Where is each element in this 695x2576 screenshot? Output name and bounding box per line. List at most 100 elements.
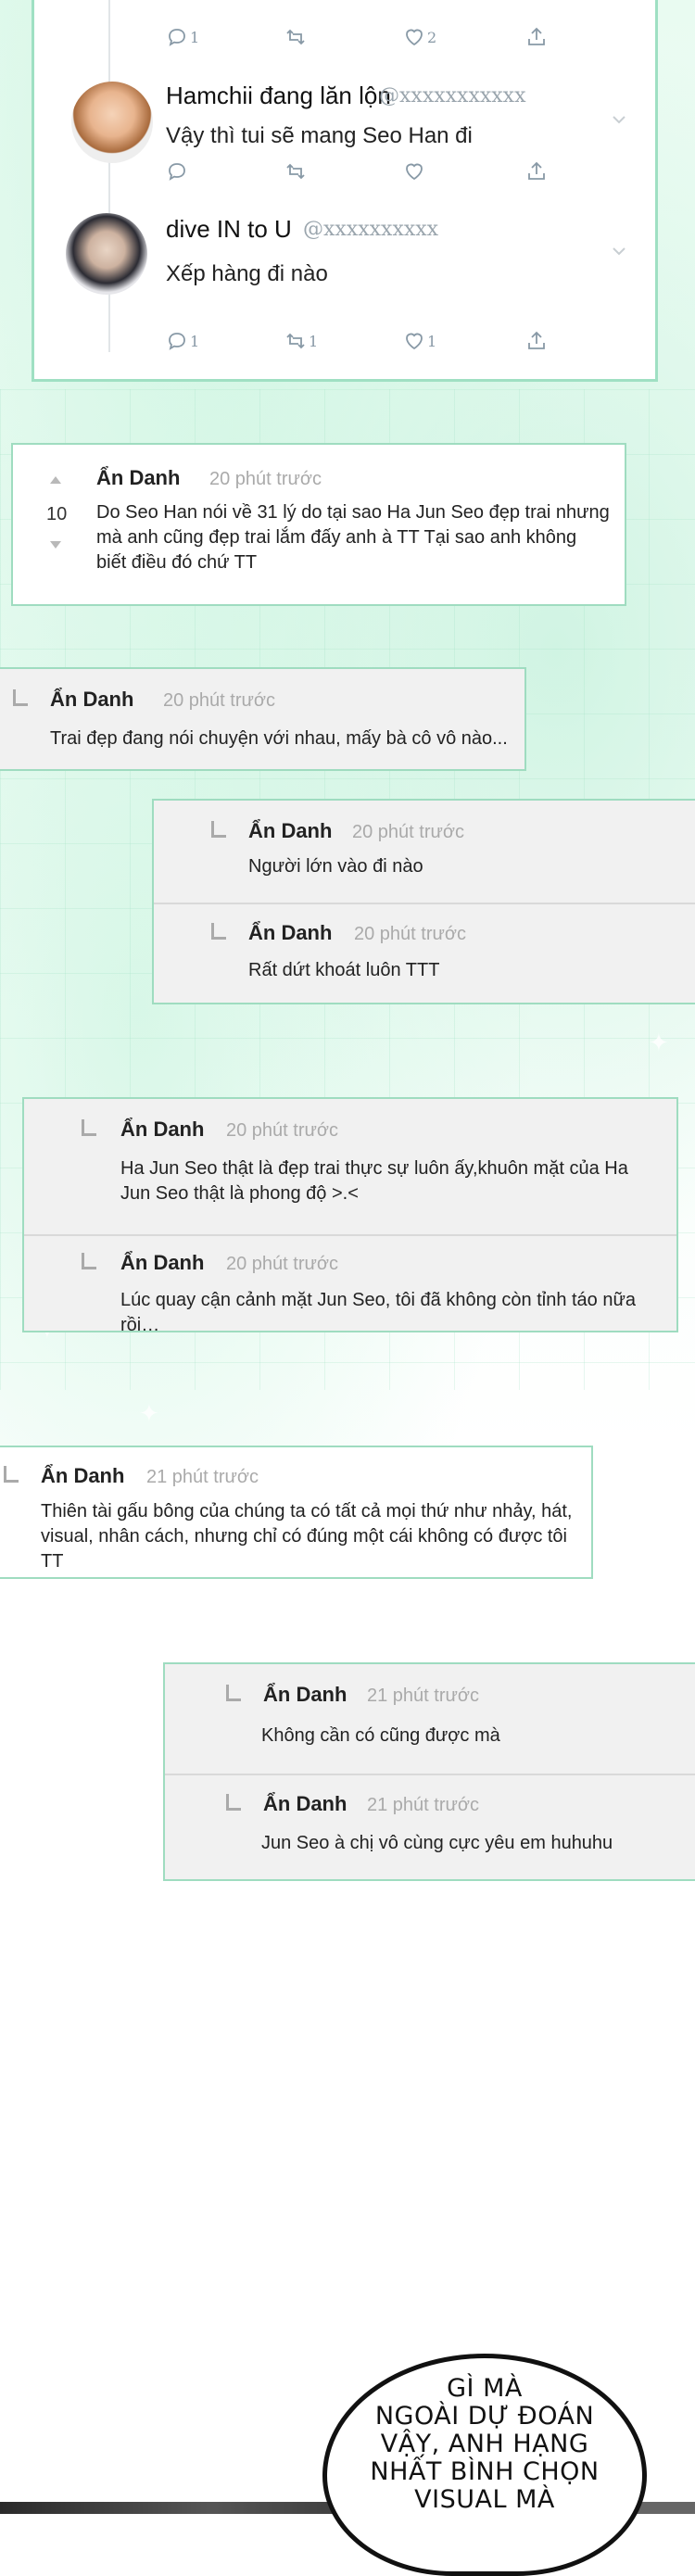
reply-arrow-icon — [211, 923, 226, 940]
reply-button[interactable]: 1 — [166, 330, 199, 352]
like-count: 1 — [427, 332, 437, 350]
comment-author: Ẩn Danh — [50, 688, 134, 711]
comment-text: Ha Jun Seo thật là đẹp trai thực sự luôn… — [120, 1156, 628, 1206]
chevron-down-icon[interactable] — [611, 111, 627, 128]
reply-count: 1 — [190, 28, 200, 46]
reply-item: Ẩn Danh 21 phút trước Không cần có cũng … — [165, 1664, 695, 1774]
reply-count: 1 — [190, 332, 200, 350]
share-icon — [528, 27, 545, 45]
comment-text: Trai đẹp đang nói chuyện với nhau, mấy b… — [50, 728, 508, 749]
comment-author: Ẩn Danh — [248, 921, 333, 944]
heart-icon — [406, 333, 423, 350]
comment-line: Do Seo Han nói về 31 lý do tại sao Ha Ju… — [96, 502, 610, 523]
comment-author: Ẩn Danh — [263, 1792, 348, 1815]
reply-arrow-icon — [211, 821, 226, 838]
comment-timestamp: 21 phút trước — [146, 1467, 259, 1487]
comment-author: Ẩn Danh — [248, 819, 333, 842]
bubble-line: NGOÀI DỰ ĐOÁN — [374, 2402, 595, 2431]
comment-author: Ẩn Danh — [96, 466, 181, 489]
bubble-line: VISUAL MÀ — [414, 2485, 555, 2514]
comment-line: biết điều đó chứ TT — [96, 552, 258, 573]
reply-button[interactable]: 1 — [166, 26, 199, 48]
sparkle-decoration: ✦ — [139, 1399, 159, 1427]
heart-icon — [406, 29, 423, 46]
comment-card: 10 Ẩn Danh 20 phút trước Do Seo Han nói … — [11, 443, 626, 606]
retweet-icon — [286, 29, 305, 45]
reply-arrow-icon — [82, 1119, 96, 1136]
reply-thread-card: Ẩn Danh 21 phút trước Không cần có cũng … — [163, 1662, 695, 1881]
retweet-icon — [286, 333, 305, 349]
share-button[interactable] — [525, 160, 548, 183]
chevron-down-icon[interactable] — [611, 243, 627, 259]
reply-button[interactable] — [166, 160, 188, 183]
comment-timestamp: 20 phút trước — [209, 469, 322, 489]
comment-author: Ẩn Danh — [120, 1251, 205, 1274]
comment-timestamp: 20 phút trước — [163, 690, 276, 711]
comment-line: Jun Seo thật là phong độ >.< — [120, 1183, 359, 1204]
retweet-button[interactable] — [284, 160, 307, 183]
comment-text: Lúc quay cận cảnh mặt Jun Seo, tôi đã kh… — [120, 1290, 636, 1335]
reply-author-name[interactable]: dive IN to U — [166, 215, 292, 244]
comment-text: Người lớn vào đi nào — [248, 856, 423, 877]
retweet-icon — [286, 163, 305, 180]
bubble-line: NHẤT BÌNH CHỌN — [370, 2457, 600, 2486]
vote-count: 10 — [46, 504, 68, 524]
retweet-button[interactable] — [284, 26, 309, 48]
upvote-icon[interactable] — [50, 476, 61, 484]
comment-timestamp: 20 phút trước — [226, 1254, 339, 1274]
sparkle-decoration: ✦ — [649, 1029, 669, 1056]
reply-arrow-icon — [226, 1685, 241, 1701]
comment-line: Ha Jun Seo thật là đẹp trai thực sự luôn… — [120, 1158, 628, 1179]
reply-thread-card: Ẩn Danh 20 phút trước Ha Jun Seo thật là… — [22, 1097, 678, 1335]
bubble-line: VẬY, ANH HẠNG — [380, 2430, 589, 2458]
reply-author-handle[interactable]: @xxxxxxxxxxx — [379, 84, 525, 107]
reply-item: Ẩn Danh 20 phút trước Ha Jun Seo thật là… — [24, 1099, 676, 1234]
speech-bubble-text: GÌ MÀ NGOÀI DỰ ĐOÁN VẬY, ANH HẠNG NHẤT B… — [322, 2375, 647, 2514]
comment-author: Ẩn Danh — [120, 1118, 205, 1141]
share-button[interactable] — [525, 330, 548, 352]
share-button[interactable] — [525, 26, 548, 48]
reply-item: Ẩn Danh 20 phút trước Lúc quay cận cảnh … — [24, 1234, 676, 1335]
bubble-line: GÌ MÀ — [447, 2374, 523, 2403]
comment-line: mà anh cũng đẹp trai lắm đấy anh à TT Tạ… — [96, 527, 577, 548]
retweet-count: 1 — [309, 332, 319, 350]
like-button[interactable]: 1 — [403, 330, 436, 352]
comment-timestamp: 21 phút trước — [367, 1686, 480, 1706]
like-button[interactable]: 2 — [403, 26, 436, 48]
share-icon — [528, 161, 545, 180]
comment-card: Ẩn Danh 20 phút trước Trai đẹp đang nói … — [0, 667, 526, 771]
comment-timestamp: 21 phút trước — [367, 1795, 480, 1815]
comment-timestamp: 20 phút trước — [226, 1120, 339, 1141]
reply-arrow-icon — [226, 1794, 241, 1811]
comment-author: Ẩn Danh — [41, 1464, 125, 1487]
comment-text: Không cần có cũng được mà — [261, 1725, 500, 1746]
comment-text: Thiên tài gấu bông của chúng ta có tất c… — [41, 1499, 591, 1574]
comment-line: visual, nhân cách, nhưng chỉ có đúng một… — [41, 1526, 567, 1572]
avatar[interactable] — [71, 82, 153, 163]
reply-arrow-icon — [4, 1466, 19, 1483]
reply-author-name[interactable]: Hamchii đang lăn lộn — [166, 82, 391, 110]
comment-card: Ẩn Danh 21 phút trước Thiên tài gấu bông… — [0, 1446, 593, 1579]
like-button[interactable] — [403, 160, 425, 183]
comment-text: Rất dứt khoát luôn TTT — [248, 960, 440, 980]
reply-item: Ẩn Danh 21 phút trước Jun Seo à chị vô c… — [165, 1774, 695, 1883]
reply-icon — [169, 333, 185, 350]
retweet-button[interactable]: 1 — [284, 330, 318, 352]
comment-timestamp: 20 phút trước — [354, 924, 467, 944]
like-count: 2 — [427, 28, 437, 46]
comment-timestamp: 20 phút trước — [352, 822, 465, 842]
reply-item: Ẩn Danh 20 phút trước Người lớn vào đi n… — [154, 801, 695, 903]
reply-item: Ẩn Danh 20 phút trước Rất dứt khoát luôn… — [154, 903, 695, 1006]
tweet-thread-card: 1 2 Hamchii đang lăn lộn @xxxxxxxxxxx Vậ… — [32, 0, 658, 382]
comment-author: Ẩn Danh — [263, 1683, 348, 1706]
avatar[interactable] — [66, 213, 147, 295]
reply-arrow-icon — [82, 1253, 96, 1269]
downvote-icon[interactable] — [50, 541, 61, 549]
reply-icon — [169, 29, 185, 46]
thread-line — [108, 0, 110, 352]
reply-thread-card: Ẩn Danh 20 phút trước Người lớn vào đi n… — [152, 799, 695, 1004]
reply-author-handle[interactable]: @xxxxxxxxxx — [303, 218, 438, 241]
reply-text: Xếp hàng đi nào — [166, 261, 328, 286]
reply-icon — [169, 163, 185, 181]
comment-text: Jun Seo à chị vô cùng cực yêu em huhuhu — [261, 1833, 613, 1853]
